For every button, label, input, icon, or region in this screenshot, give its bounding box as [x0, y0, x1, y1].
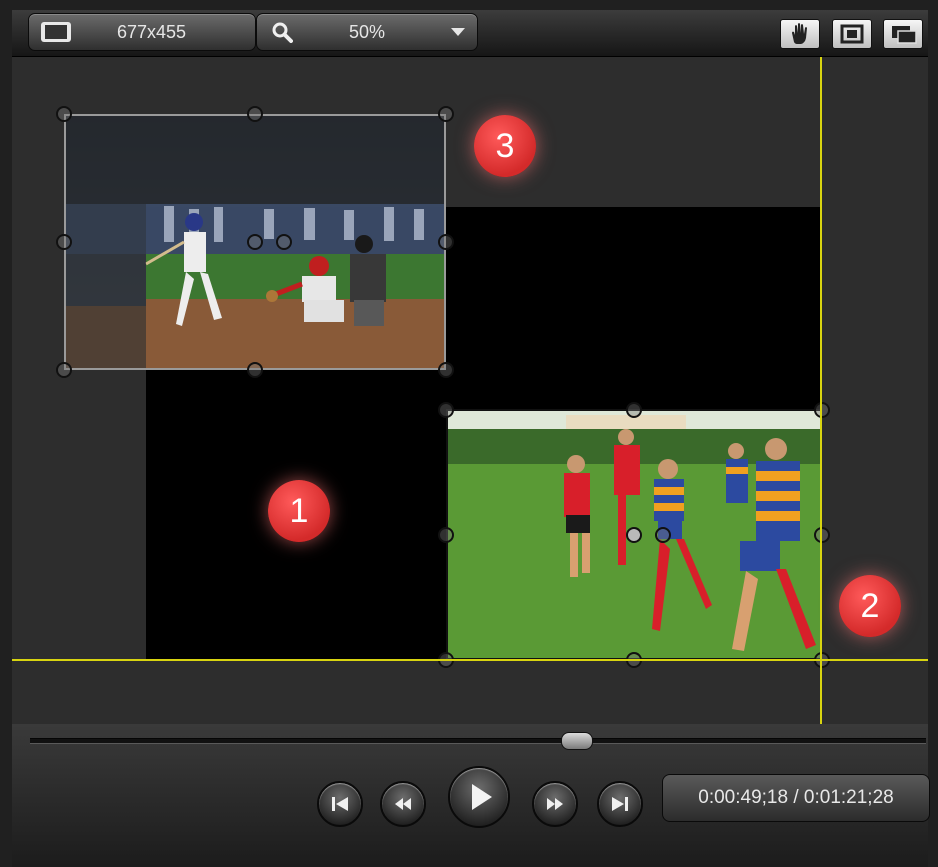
rotate-handle[interactable] — [626, 527, 642, 543]
callout-badge-1: 1 — [268, 480, 330, 542]
dropdown-arrow-icon — [451, 28, 465, 36]
resize-handle[interactable] — [438, 106, 454, 122]
fast-forward-icon — [547, 798, 563, 810]
hand-pan-button[interactable] — [780, 19, 820, 49]
resize-handle[interactable] — [814, 527, 830, 543]
resize-handle[interactable] — [438, 527, 454, 543]
skip-to-end-button[interactable] — [597, 781, 643, 827]
resize-handle[interactable] — [56, 362, 72, 378]
preview-canvas[interactable]: 1 2 3 — [12, 57, 928, 724]
fast-forward-button[interactable] — [532, 781, 578, 827]
hand-pan-icon — [792, 23, 807, 44]
dimensions-button[interactable]: 677x455 — [28, 13, 256, 51]
resize-handle[interactable] — [247, 106, 263, 122]
resize-handle[interactable] — [56, 234, 72, 250]
callout-badge-2: 2 — [839, 575, 901, 637]
resize-handle[interactable] — [438, 362, 454, 378]
fit-screen-button[interactable] — [832, 19, 872, 49]
timeline-scrubber[interactable] — [30, 738, 926, 744]
scrubber-thumb[interactable] — [560, 732, 593, 750]
skip-to-start-icon — [332, 797, 348, 811]
search-icon — [272, 22, 293, 43]
resize-icon — [41, 22, 71, 42]
horizontal-guide-line[interactable] — [12, 659, 928, 661]
resize-handle[interactable] — [438, 234, 454, 250]
skip-to-start-button[interactable] — [317, 781, 363, 827]
resize-handle[interactable] — [814, 402, 830, 418]
playback-controls: 0:00:49;18 / 0:01:21;28 — [12, 724, 930, 867]
center-handle[interactable] — [276, 234, 292, 250]
resize-handle[interactable] — [626, 402, 642, 418]
zoom-dropdown[interactable]: 50% — [256, 13, 478, 51]
vertical-guide-line[interactable] — [820, 57, 822, 724]
skip-to-end-icon — [612, 797, 628, 811]
timecode-display: 0:00:49;18 / 0:01:21;28 — [662, 774, 930, 822]
detach-window-icon — [892, 26, 917, 44]
preview-toolbar: 677x455 50% — [12, 10, 928, 57]
preview-window: 677x455 50% 1 2 3 0:00:49;18 / 0:01:21;2… — [0, 0, 938, 867]
dimensions-label: 677x455 — [117, 22, 187, 42]
resize-handle[interactable] — [438, 402, 454, 418]
center-handle[interactable] — [655, 527, 671, 543]
fit-screen-icon — [840, 24, 864, 44]
callout-badge-3: 3 — [474, 115, 536, 177]
rewind-button[interactable] — [380, 781, 426, 827]
rewind-icon — [395, 798, 411, 810]
play-icon — [472, 784, 492, 810]
zoom-value: 50% — [349, 22, 386, 42]
detach-window-button[interactable] — [883, 19, 923, 49]
resize-handle[interactable] — [247, 362, 263, 378]
resize-handle[interactable] — [56, 106, 72, 122]
rotate-handle[interactable] — [247, 234, 263, 250]
play-button[interactable] — [448, 766, 510, 828]
background-clip-right — [446, 207, 822, 409]
